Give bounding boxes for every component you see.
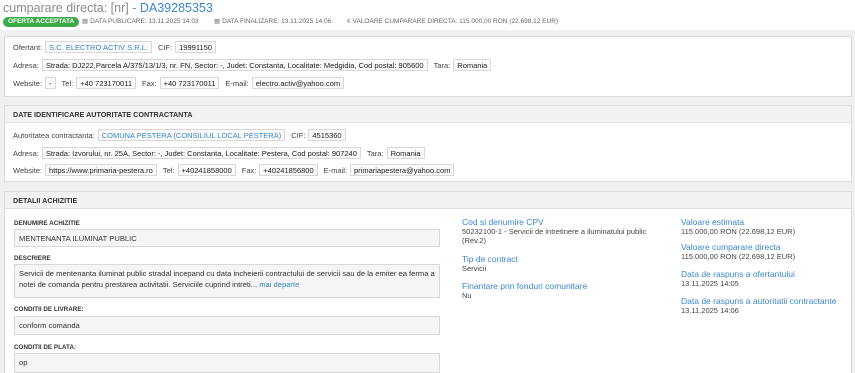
tip-value: Servicii	[462, 264, 487, 273]
fax-label: Fax:	[142, 78, 157, 88]
adresa-label: Adresa:	[13, 60, 39, 70]
ofertant-row: Ofertant: S.C. ELECTRO ACTIV S.R.L. CIF:…	[13, 41, 222, 53]
estimata-label: Valoare estimata	[681, 217, 745, 227]
cumparare-label: Valoare cumparare directa	[681, 242, 781, 252]
autoritate-row: Autoritatea contractanta: COMUNA PESTERA…	[13, 129, 352, 141]
publish-date: ▦ DATA PUBLICARE: 13.11.2025 14:03	[82, 17, 199, 27]
cpv-block: Cod si denumire CPV 50232100-1 - Servici…	[462, 217, 652, 245]
ofertant-email: electro.activ@yahoo.com	[251, 77, 345, 89]
euro-icon: €	[347, 18, 351, 25]
cpv-value: 50232100-1 - Servicii de intretinere a i…	[462, 227, 647, 245]
detalii-panel: DETALII ACHIZITIE DENUMIRE ACHIZITIE MEN…	[4, 191, 852, 373]
livrare-label: CONDITII DE LIVRARE:	[14, 306, 84, 313]
tel-label: Tel:	[61, 78, 74, 88]
finalize-date: ▦ DATA FINALIZARE: 13.11.2025 14:06	[214, 17, 331, 27]
descriere-field: Servicii de mentenanta iluminat public s…	[14, 264, 440, 298]
email-label: E-mail:	[323, 165, 347, 175]
ofertant-address: Strada: DJ222,Parcela A/375/13/1/3, nr. …	[41, 59, 428, 71]
autoritate-tel: +40241858000	[177, 164, 236, 176]
tip-label: Tip de contract	[462, 254, 518, 264]
raspuns-ofertant-block: Data de raspuns a ofertantului 13.11.202…	[681, 269, 853, 288]
ofertant-website: -	[45, 77, 56, 89]
publish-date-text: DATA PUBLICARE: 13.11.2025 14:03	[90, 18, 199, 25]
autoritate-heading: DATE IDENTIFICARE AUTORITATE CONTRACTANT…	[5, 106, 851, 123]
raspuns-ofertant-value: 13.11.2025 14:05	[681, 279, 739, 288]
raspuns-ofertant-label: Data de raspuns a ofertantului	[681, 269, 795, 279]
estimata-block: Valoare estimata 115.000,00 RON (22.698,…	[681, 217, 853, 236]
raspuns-autoritate-label: Data de raspuns a autoritatii contractan…	[681, 296, 837, 306]
ofertant-country: Romania	[453, 59, 492, 71]
ofertant-cif: 19991150	[175, 41, 216, 53]
detalii-heading: DETALII ACHIZITIE	[5, 192, 851, 209]
ofertant-label: Ofertant:	[13, 42, 43, 52]
fonduri-block: Finantare prin fonduri comunitare Nu	[462, 281, 652, 300]
fax-label: Fax:	[241, 165, 257, 175]
autoritate-address: Strada: Izvorului, nr. 25A, Sector: -, J…	[41, 147, 361, 159]
page-header: cumparare directa: [nr] - DA39285353 OFE…	[0, 0, 855, 30]
autoritate-name-link[interactable]: COMUNA PESTERA (CONSILIUL LOCAL PESTERA)	[97, 129, 286, 141]
purchase-value: € VALOARE CUMPARARE DIRECTA: 115.000,00 R…	[347, 17, 558, 27]
denumire-label: DENUMIRE ACHIZITIE	[14, 220, 80, 227]
plata-field: op	[14, 353, 440, 373]
plata-label: CONDITII DE PLATA:	[14, 344, 77, 351]
autoritate-contact-row: Website: https://www.primaria-pestera.ro…	[13, 164, 460, 176]
descriere-text: Servicii de mentenanta iluminat public s…	[19, 269, 435, 289]
fonduri-label: Finantare prin fonduri comunitare	[462, 281, 588, 291]
autoritate-fax: +40241856800	[259, 164, 318, 176]
ofertant-fax: +40 723170011	[159, 77, 220, 89]
tara-label: Tara:	[433, 60, 451, 70]
adresa-label: Adresa:	[13, 148, 39, 158]
autoritate-label: Autoritatea contractanta:	[13, 130, 95, 140]
estimata-value: 115.000,00 RON (22.698,12 EUR)	[681, 227, 796, 236]
status-badge: OFERTA ACCEPTATA	[3, 17, 80, 27]
procurement-code-link[interactable]: DA39285353	[140, 1, 213, 15]
ofertant-contact-row: Website: - Tel: +40 723170011 Fax: +40 7…	[13, 77, 350, 89]
cumparare-value: 115.000,00 RON (22.698,12 EUR)	[681, 252, 796, 261]
email-label: E-mail:	[225, 78, 249, 88]
fonduri-value: Nu	[462, 291, 472, 300]
cpv-label: Cod si denumire CPV	[462, 217, 544, 227]
ofertant-name-link[interactable]: S.C. ELECTRO ACTIV S.R.L.	[45, 41, 152, 53]
mai-departe-link[interactable]: mai departe	[259, 280, 299, 289]
autoritate-cif: 4515360	[308, 129, 346, 141]
tip-block: Tip de contract Servicii	[462, 254, 652, 273]
raspuns-autoritate-block: Data de raspuns a autoritatii contractan…	[681, 296, 853, 315]
denumire-field: MENTENANTA ILUMINAT PUBLIC	[14, 229, 440, 247]
calendar-icon: ▦	[82, 18, 89, 25]
tel-label: Tel:	[162, 165, 175, 175]
purchase-value-text: VALOARE CUMPARARE DIRECTA: 115.000,00 RO…	[352, 18, 559, 25]
cif-label: CIF:	[157, 42, 173, 52]
cumparare-block: Valoare cumparare directa 115.000,00 RON…	[681, 242, 853, 261]
raspuns-autoritate-value: 13.11.2025 14:06	[681, 306, 739, 315]
title-prefix: cumparare directa: [nr] -	[3, 1, 140, 15]
descriere-label: DESCRIERE	[14, 255, 51, 262]
ofertant-address-row: Adresa: Strada: DJ222,Parcela A/375/13/1…	[13, 59, 497, 71]
website-label: Website:	[13, 78, 43, 88]
autoritate-website: https://www.primaria-pestera.ro	[45, 164, 157, 176]
cif-label: CIF:	[291, 130, 306, 140]
calendar-icon: ▦	[214, 18, 221, 25]
livrare-field: conform comanda	[14, 316, 440, 335]
autoritate-address-row: Adresa: Strada: Izvorului, nr. 25A, Sect…	[13, 147, 431, 159]
ofertant-tel: +40 723170011	[76, 77, 137, 89]
ofertant-panel: Ofertant: S.C. ELECTRO ACTIV S.R.L. CIF:…	[4, 36, 852, 97]
finalize-date-text: DATA FINALIZARE: 13.11.2025 14:06	[222, 18, 332, 25]
autoritate-country: Romania	[386, 147, 425, 159]
tara-label: Tara:	[366, 148, 384, 158]
autoritate-panel: DATE IDENTIFICARE AUTORITATE CONTRACTANT…	[4, 105, 852, 182]
autoritate-email: primariapestera@yahoo.com	[349, 164, 455, 176]
page-title: cumparare directa: [nr] - DA39285353	[3, 1, 213, 15]
website-label: Website:	[13, 165, 43, 175]
